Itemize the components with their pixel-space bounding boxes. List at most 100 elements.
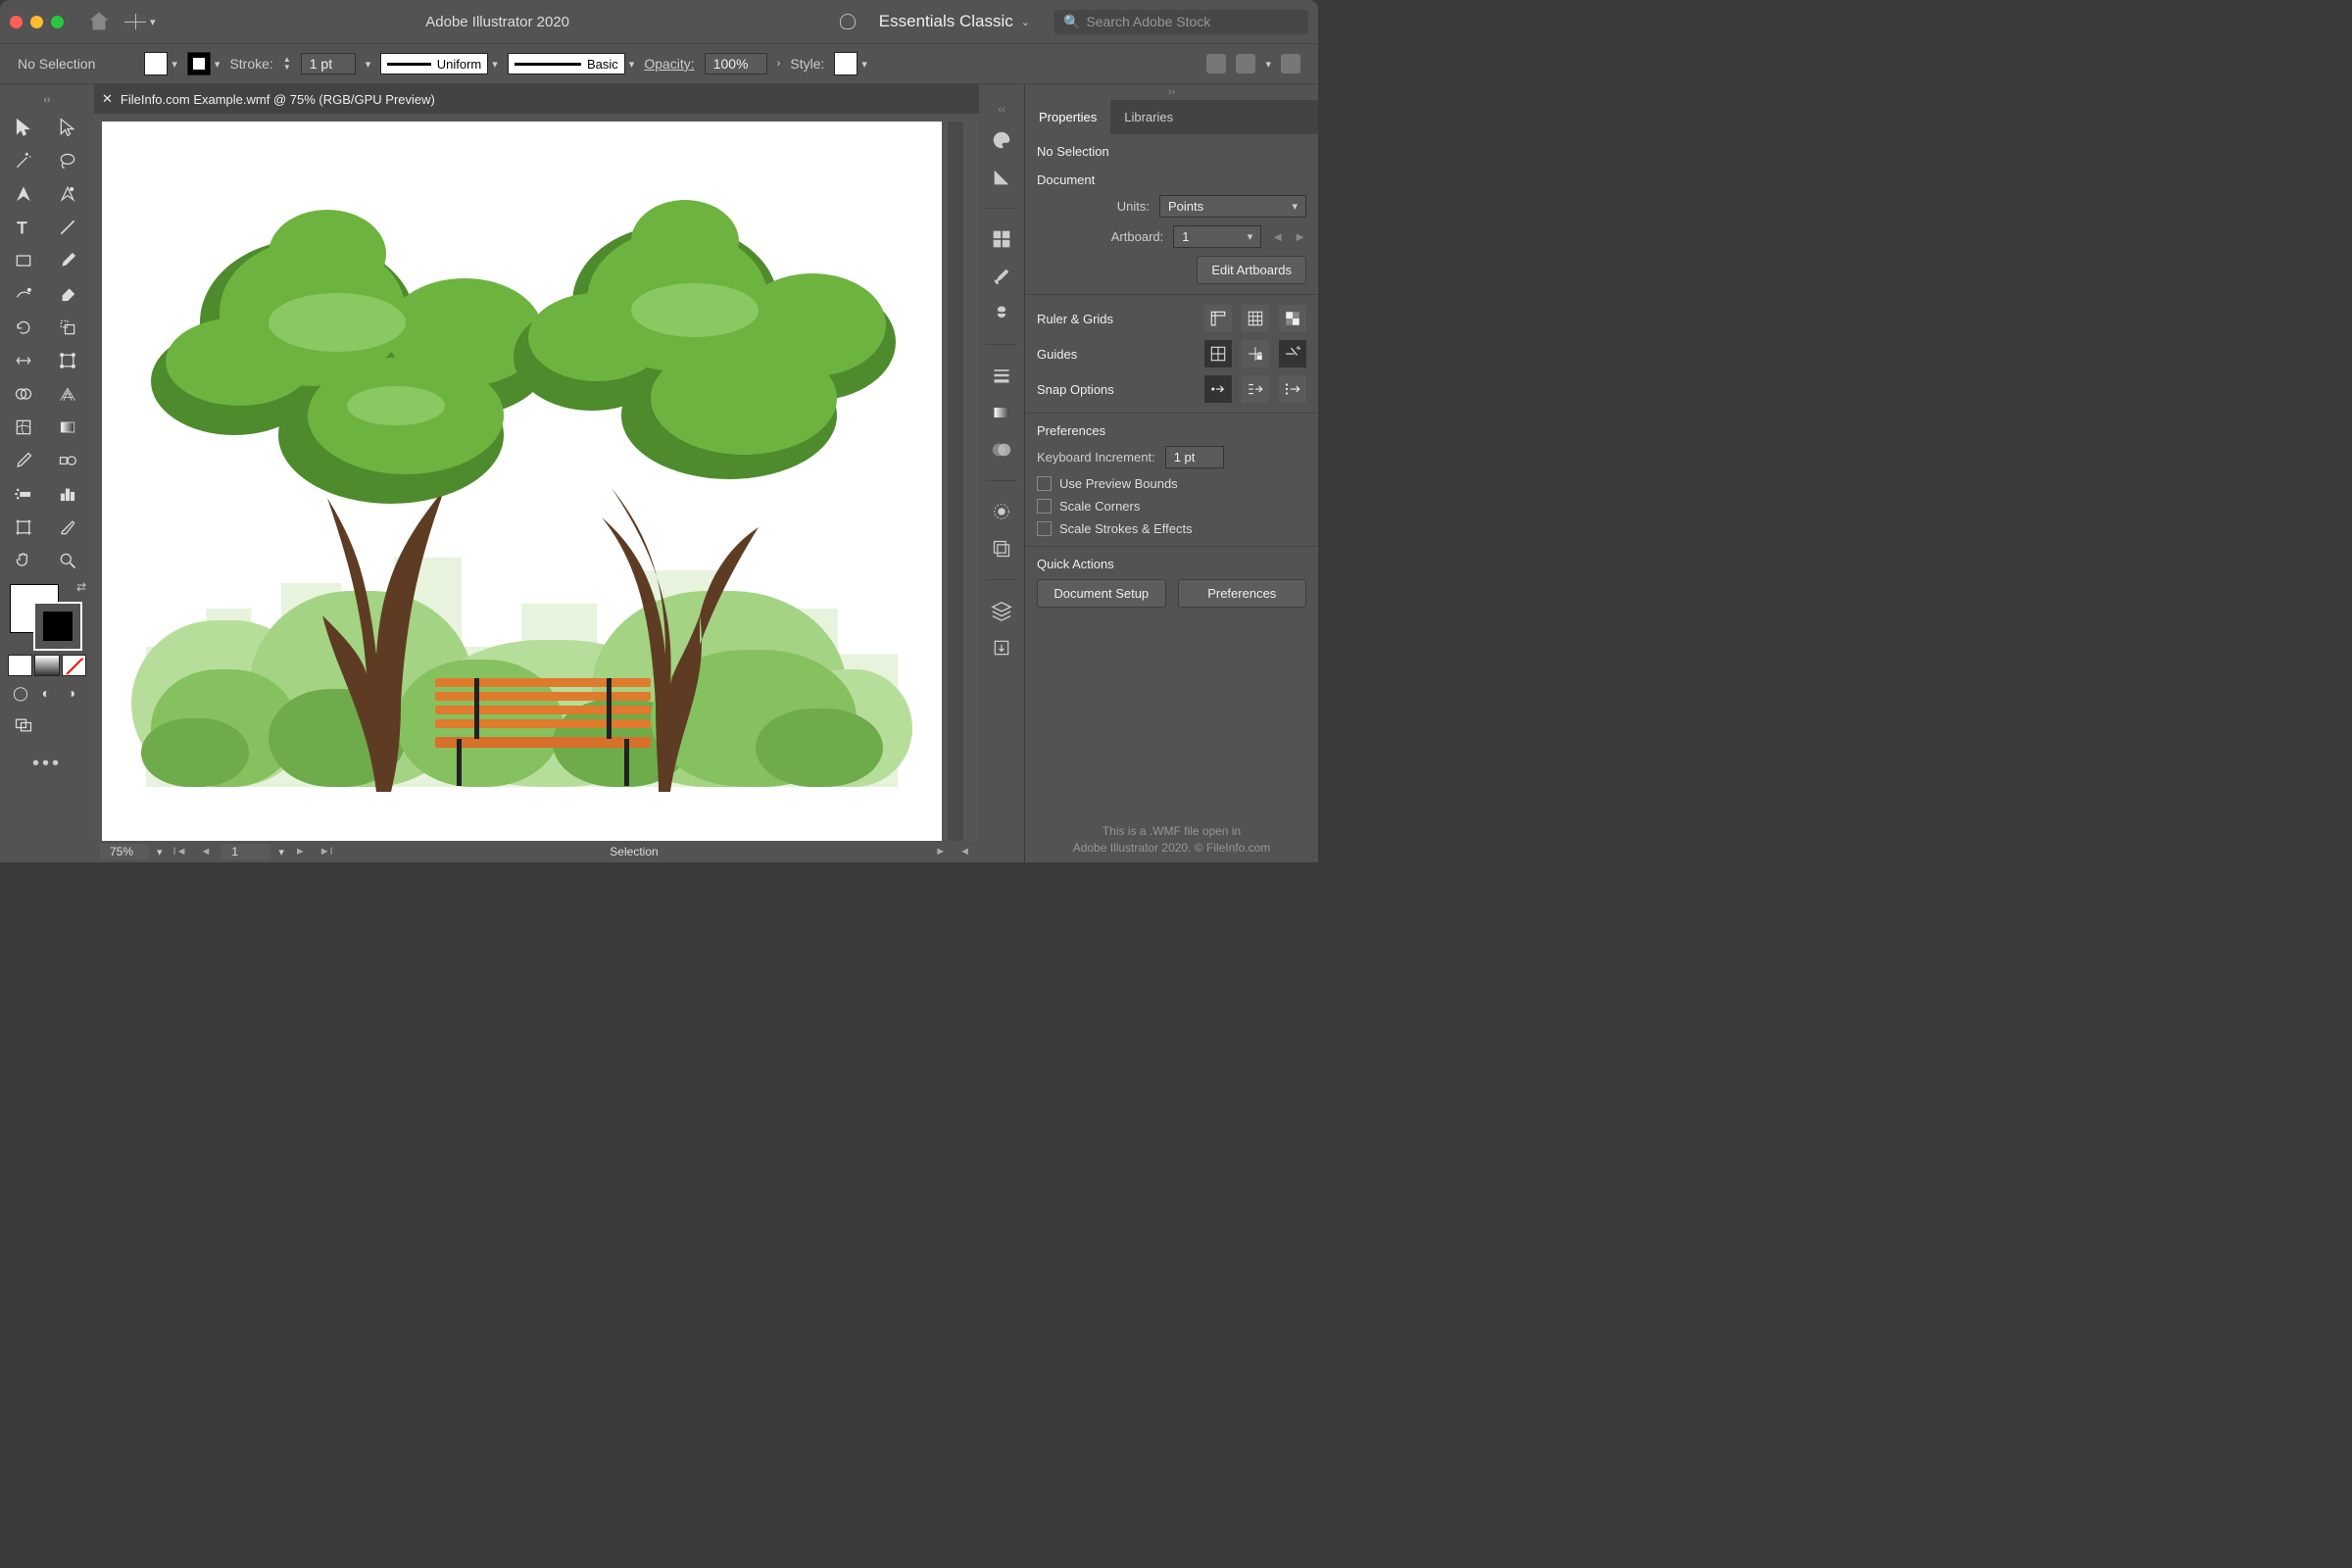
show-guides-icon[interactable] bbox=[1204, 340, 1232, 368]
snap-point-icon[interactable] bbox=[1204, 375, 1232, 403]
scale-corners-checkbox[interactable]: Scale Corners bbox=[1037, 499, 1306, 514]
units-dropdown[interactable]: Points▾ bbox=[1159, 195, 1306, 218]
preview-bounds-checkbox[interactable]: Use Preview Bounds bbox=[1037, 476, 1306, 491]
graphic-styles-panel-icon[interactable] bbox=[989, 536, 1014, 562]
slice-tool[interactable] bbox=[48, 512, 87, 543]
eyedropper-tool[interactable] bbox=[4, 445, 43, 476]
grid-icon[interactable] bbox=[1242, 305, 1269, 332]
blend-tool[interactable] bbox=[48, 445, 87, 476]
last-artboard-icon[interactable]: ►I bbox=[317, 846, 336, 858]
hand-tool[interactable] bbox=[4, 545, 43, 576]
rulers-icon[interactable] bbox=[1204, 305, 1232, 332]
draw-behind-icon[interactable]: ◐ bbox=[35, 682, 57, 704]
rectangle-tool[interactable] bbox=[4, 245, 43, 276]
free-transform-tool[interactable] bbox=[48, 345, 87, 376]
selection-tool[interactable] bbox=[4, 112, 43, 143]
stroke-weight-input[interactable]: 1 pt bbox=[301, 53, 356, 74]
scale-strokes-checkbox[interactable]: Scale Strokes & Effects bbox=[1037, 521, 1306, 536]
appearance-panel-icon[interactable] bbox=[989, 499, 1014, 524]
column-graph-tool[interactable] bbox=[48, 478, 87, 510]
scroll-left-icon[interactable]: ◄ bbox=[956, 846, 973, 858]
tab-properties[interactable]: Properties bbox=[1025, 100, 1110, 134]
artboard-number[interactable]: 1 bbox=[221, 844, 270, 859]
first-artboard-icon[interactable]: I◄ bbox=[171, 846, 190, 858]
prev-artboard-icon[interactable]: ◄ bbox=[197, 846, 214, 858]
direct-selection-tool[interactable] bbox=[48, 112, 87, 143]
shape-builder-tool[interactable] bbox=[4, 378, 43, 410]
snap-pixel-icon[interactable] bbox=[1279, 375, 1306, 403]
document-tab-title[interactable]: FileInfo.com Example.wmf @ 75% (RGB/GPU … bbox=[121, 92, 435, 107]
brush-definition-dropdown[interactable]: Basic▾ bbox=[508, 53, 635, 74]
scale-tool[interactable] bbox=[48, 312, 87, 343]
chevron-down-icon[interactable]: ▾ bbox=[1265, 58, 1271, 71]
perspective-grid-tool[interactable] bbox=[48, 378, 87, 410]
gradient-tool[interactable] bbox=[48, 412, 87, 443]
edit-toolbar-icon[interactable]: ••• bbox=[4, 743, 90, 775]
solid-color-icon[interactable] bbox=[8, 655, 32, 676]
maximize-window-icon[interactable] bbox=[51, 16, 64, 28]
gradient-icon[interactable] bbox=[34, 655, 59, 676]
list-icon[interactable] bbox=[1281, 54, 1300, 74]
preferences-button[interactable]: Preferences bbox=[1178, 579, 1307, 608]
stroke-stepper[interactable]: ▲▼ bbox=[283, 56, 291, 72]
transform-icon[interactable] bbox=[1236, 54, 1255, 74]
opacity-label[interactable]: Opacity: bbox=[644, 56, 694, 72]
magic-wand-tool[interactable] bbox=[4, 145, 43, 176]
graphic-style-dropdown[interactable]: ▾ bbox=[834, 52, 867, 75]
symbol-sprayer-tool[interactable] bbox=[4, 478, 43, 510]
draw-normal-icon[interactable]: ◯ bbox=[10, 682, 31, 704]
collapse-icon[interactable]: ‹‹ bbox=[4, 90, 90, 110]
layers-panel-icon[interactable] bbox=[989, 598, 1014, 623]
swatches-panel-icon[interactable] bbox=[989, 226, 1014, 252]
minimize-window-icon[interactable] bbox=[30, 16, 43, 28]
swap-icon[interactable]: ⇄ bbox=[76, 580, 86, 594]
chevron-down-icon[interactable]: ▾ bbox=[157, 846, 163, 858]
fill-stroke-colors[interactable]: ⇄ bbox=[4, 578, 90, 653]
zoom-level[interactable]: 75% bbox=[100, 844, 149, 859]
align-icon[interactable] bbox=[1206, 54, 1226, 74]
stroke-swatch[interactable]: ▾ bbox=[187, 52, 220, 75]
brushes-panel-icon[interactable] bbox=[989, 264, 1014, 289]
pen-tool[interactable] bbox=[4, 178, 43, 210]
document-setup-button[interactable]: Document Setup bbox=[1037, 579, 1166, 608]
vertical-scrollbar[interactable] bbox=[948, 122, 963, 841]
chevron-down-icon[interactable]: ▾ bbox=[278, 846, 284, 858]
fill-swatch[interactable]: ▾ bbox=[144, 52, 177, 75]
asset-export-panel-icon[interactable] bbox=[989, 635, 1014, 661]
gradient-panel-icon[interactable] bbox=[989, 400, 1014, 425]
symbols-panel-icon[interactable] bbox=[989, 301, 1014, 326]
paintbrush-tool[interactable] bbox=[48, 245, 87, 276]
eraser-tool[interactable] bbox=[48, 278, 87, 310]
collapse-icon[interactable]: ‹‹ bbox=[998, 104, 1004, 116]
rotate-tool[interactable] bbox=[4, 312, 43, 343]
chevron-down-icon[interactable]: ▾ bbox=[366, 58, 371, 71]
opacity-input[interactable]: 100% bbox=[705, 53, 767, 74]
stroke-profile-dropdown[interactable]: Uniform▾ bbox=[380, 53, 498, 74]
screen-mode-icon[interactable] bbox=[4, 710, 43, 741]
color-guide-panel-icon[interactable] bbox=[989, 165, 1014, 190]
arrange-documents-button[interactable]: ▾ bbox=[124, 14, 156, 29]
none-color-icon[interactable] bbox=[62, 655, 86, 676]
zoom-tool[interactable] bbox=[48, 545, 87, 576]
transparency-grid-icon[interactable] bbox=[1279, 305, 1306, 332]
next-artboard-icon[interactable]: ► bbox=[292, 846, 309, 858]
line-tool[interactable] bbox=[48, 212, 87, 243]
edit-artboards-button[interactable]: Edit Artboards bbox=[1197, 256, 1306, 284]
mesh-tool[interactable] bbox=[4, 412, 43, 443]
color-panel-icon[interactable] bbox=[989, 127, 1014, 153]
expand-icon[interactable]: ›› bbox=[1025, 84, 1318, 100]
workspace-switcher[interactable]: Essentials Classic ⌄ bbox=[869, 12, 1040, 31]
stroke-color[interactable] bbox=[33, 602, 82, 651]
artboard-tool[interactable] bbox=[4, 512, 43, 543]
snap-grid-icon[interactable] bbox=[1242, 375, 1269, 403]
type-tool[interactable]: T bbox=[4, 212, 43, 243]
tab-libraries[interactable]: Libraries bbox=[1110, 100, 1187, 134]
lasso-tool[interactable] bbox=[48, 145, 87, 176]
transparency-panel-icon[interactable] bbox=[989, 437, 1014, 463]
prev-artboard-icon[interactable]: ◄ bbox=[1271, 229, 1284, 244]
smart-guides-icon[interactable] bbox=[1279, 340, 1306, 368]
search-stock-field[interactable]: 🔍 Search Adobe Stock bbox=[1054, 10, 1308, 34]
artboard-canvas[interactable] bbox=[102, 122, 942, 841]
width-tool[interactable] bbox=[4, 345, 43, 376]
home-icon[interactable] bbox=[87, 10, 111, 33]
